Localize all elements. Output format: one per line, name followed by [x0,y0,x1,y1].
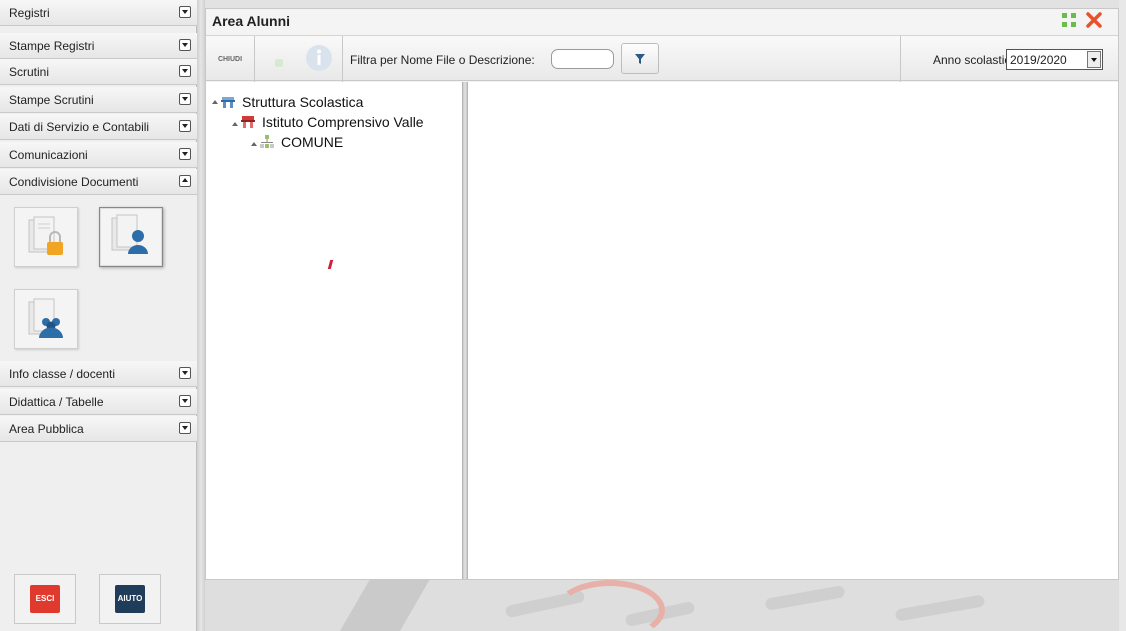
menu-scrutini[interactable]: Scrutini [0,59,197,85]
chevron-down-icon [1087,51,1101,68]
expand-icon[interactable] [179,367,191,379]
expand-icon[interactable] [179,93,191,105]
exit-label: ESCI [30,585,60,613]
toolbar-separator [900,36,901,82]
menu-dati-servizio[interactable]: Dati di Servizio e Contabili [0,114,197,140]
tree-node-label: Istituto Comprensivo Valle [262,114,424,130]
menu-label: Info classe / docenti [9,366,116,381]
documents-user-tile[interactable] [99,207,163,267]
year-value: 2019/2020 [1010,52,1067,67]
menu-label: Area Pubblica [9,421,84,436]
help-button[interactable]: AIUTO [99,574,161,624]
text-cursor-mark [327,260,334,269]
filter-button[interactable] [621,43,659,74]
expand-icon[interactable] [179,6,191,18]
area-alunni-window: Area Alunni CHIUDI Filtra per Nome File … [205,8,1119,580]
toolbar: CHIUDI Filtra per Nome File o Descrizion… [206,35,1118,82]
menu-label: Dati di Servizio e Contabili [9,119,150,134]
maximize-icon[interactable] [1061,12,1077,28]
tree-node-comune[interactable]: COMUNE [251,134,343,150]
close-button-label: CHIUDI [217,55,243,63]
documents-group-tile[interactable] [14,289,78,349]
right-edge [1119,0,1126,631]
menu-condivisione-documenti[interactable]: Condivisione Documenti [0,169,197,195]
close-icon[interactable] [1086,12,1102,28]
tree-node-label: Struttura Scolastica [242,94,364,110]
tree-pane: Struttura Scolastica Istituto Comprensiv… [206,82,462,579]
institute-icon [240,115,256,129]
menu-label: Scrutini [9,64,50,79]
menu-area-pubblica[interactable]: Area Pubblica [0,416,197,442]
info-icon[interactable] [305,44,333,72]
menu-info-classe[interactable]: Info classe / docenti [0,361,197,387]
expand-icon[interactable] [179,120,191,132]
menu-label: Condivisione Documenti [9,174,139,189]
window-titlebar: Area Alunni [206,9,1118,33]
collapse-icon[interactable] [179,175,191,187]
close-button[interactable]: CHIUDI [208,40,252,78]
window-title: Area Alunni [212,13,291,29]
menu-label: Registri [9,5,50,20]
year-select[interactable]: 2019/2020 [1006,49,1103,70]
menu-label: Comunicazioni [9,147,88,162]
background-decoration [205,580,1126,631]
toolbar-separator [254,36,255,82]
documents-lock-tile[interactable] [14,207,78,267]
school-structure-icon [220,95,236,109]
menu-label: Stampe Registri [9,38,95,53]
expand-icon[interactable] [179,39,191,51]
menu-label: Stampe Scrutini [9,92,94,107]
menu-registri[interactable]: Registri [0,0,197,26]
expand-arrow-icon[interactable] [251,142,257,146]
tree-node-label: COMUNE [281,134,344,150]
toolbar-separator [342,36,343,82]
add-icon[interactable] [274,58,284,68]
menu-stampe-scrutini[interactable]: Stampe Scrutini [0,87,197,113]
filter-label: Filtra per Nome File o Descrizione: [350,53,535,67]
filter-icon [635,53,645,64]
sidebar-footer: ESCI AIUTO [0,560,197,631]
tree-node-istituto[interactable]: Istituto Comprensivo Valle [232,114,424,130]
expand-arrow-icon[interactable] [232,122,238,126]
documents-lock-icon [28,216,63,255]
expand-icon[interactable] [179,65,191,77]
filter-input[interactable] [551,49,614,69]
menu-stampe-registri[interactable]: Stampe Registri [0,33,197,59]
documents-group-icon [28,298,63,338]
tree-node-struttura[interactable]: Struttura Scolastica [212,94,363,110]
expand-icon[interactable] [179,148,191,160]
expand-icon[interactable] [179,422,191,434]
documents-user-icon [111,214,148,254]
menu-comunicazioni[interactable]: Comunicazioni [0,142,197,168]
menu-label: Didattica / Tabelle [9,394,104,409]
expand-arrow-icon[interactable] [212,100,218,104]
org-chart-icon [259,135,275,149]
menu-didattica-tabelle[interactable]: Didattica / Tabelle [0,389,197,415]
content-pane [468,82,1118,579]
sidebar: Registri Stampe Registri Scrutini Stampe… [0,0,197,631]
exit-button[interactable]: ESCI [14,574,76,624]
sidebar-splitter[interactable] [197,0,205,631]
condivisione-documenti-panel [0,195,197,361]
expand-icon[interactable] [179,395,191,407]
help-label: AIUTO [115,585,145,613]
